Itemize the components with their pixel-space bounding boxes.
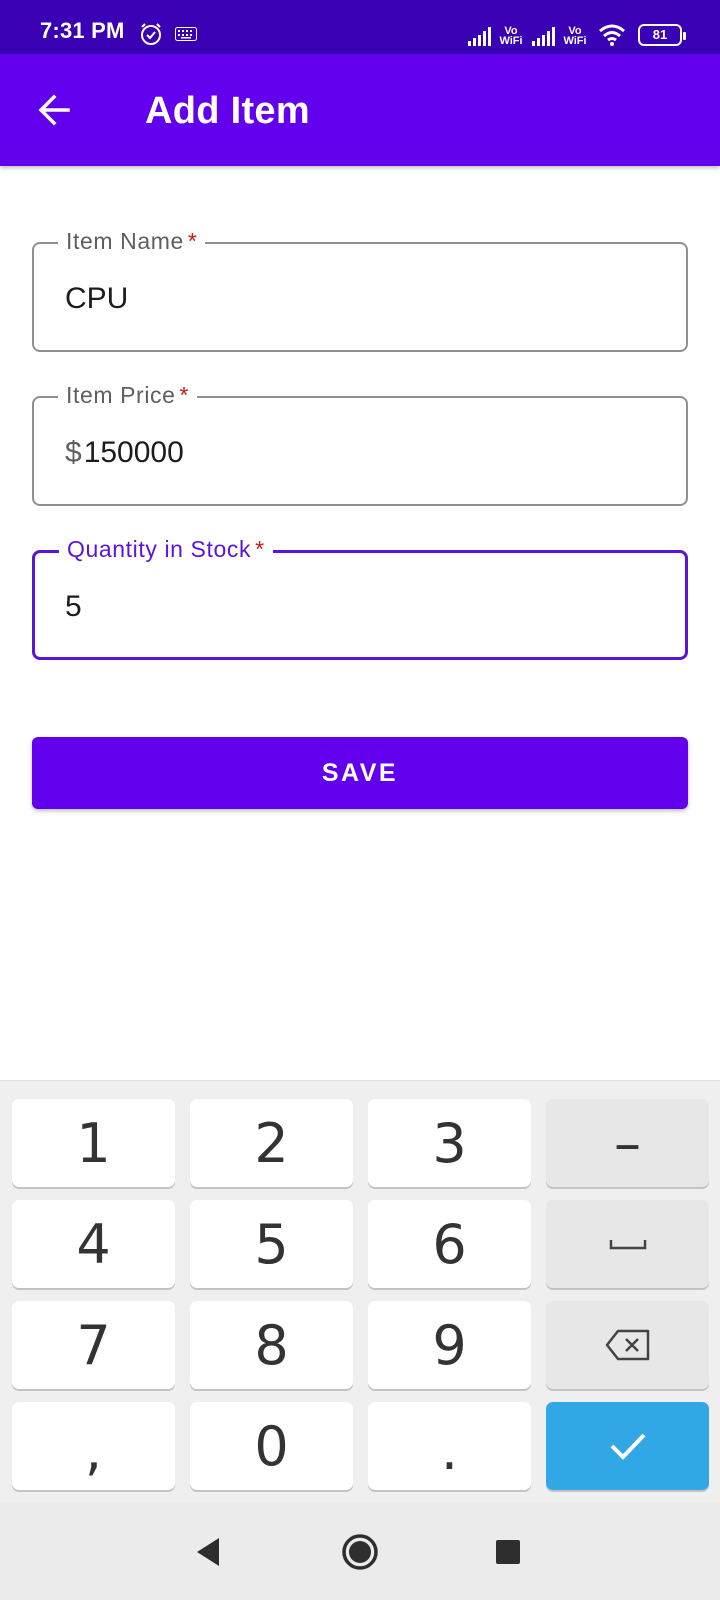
quantity-field[interactable]: Quantity in Stock * 5	[32, 536, 688, 660]
space-bar-icon	[609, 1240, 646, 1250]
required-mark: *	[179, 382, 190, 408]
quantity-label-text: Quantity in Stock	[67, 536, 252, 562]
arrow-left-icon	[38, 94, 70, 126]
item-name-value: CPU	[65, 282, 129, 315]
alarm-icon	[141, 23, 161, 45]
item-price-field[interactable]: Item Price * $150000	[32, 382, 688, 506]
key-comma[interactable]: ,	[12, 1402, 175, 1490]
currency-prefix: $	[65, 436, 82, 469]
nav-recents-button[interactable]	[484, 1528, 532, 1576]
nav-back-button[interactable]	[184, 1528, 232, 1576]
key-8[interactable]: 8	[190, 1301, 353, 1389]
battery-icon: 81	[638, 24, 686, 46]
key-backspace[interactable]	[546, 1301, 709, 1389]
key-7[interactable]: 7	[12, 1301, 175, 1389]
key-enter[interactable]	[546, 1402, 709, 1490]
quantity-label: Quantity in Stock *	[59, 536, 273, 563]
top-app-bar: Add Item	[0, 54, 720, 166]
item-price-label: Item Price *	[58, 382, 198, 409]
backspace-icon	[605, 1329, 649, 1361]
back-button[interactable]	[30, 86, 78, 134]
item-price-value: $150000	[65, 436, 184, 470]
save-button[interactable]: SAVE	[32, 737, 688, 809]
key-6[interactable]: 6	[368, 1200, 531, 1288]
key-4[interactable]: 4	[12, 1200, 175, 1288]
check-icon	[610, 1433, 645, 1460]
vowifi-bottom: WiFi	[499, 35, 523, 47]
key-5[interactable]: 5	[190, 1200, 353, 1288]
keyboard-notification-icon	[175, 27, 197, 41]
signal-icon	[532, 27, 555, 46]
key-9[interactable]: 9	[368, 1301, 531, 1389]
status-bar: 7:31 PM Vo WiFi Vo WiFi 81	[0, 0, 720, 54]
key-0[interactable]: 0	[190, 1402, 353, 1490]
recents-square-icon	[496, 1540, 520, 1564]
key-3[interactable]: 3	[368, 1099, 531, 1187]
back-triangle-icon	[197, 1538, 219, 1566]
item-price-label-text: Item Price	[66, 382, 176, 408]
vowifi-bottom: WiFi	[563, 35, 587, 47]
add-item-screen: 7:31 PM Vo WiFi Vo WiFi 81 Add Item Item…	[0, 0, 720, 1600]
key-period[interactable]: .	[368, 1402, 531, 1490]
status-icons: Vo WiFi Vo WiFi 81	[466, 20, 686, 47]
status-time: 7:31 PM	[40, 18, 125, 43]
item-name-label-text: Item Name	[66, 228, 184, 254]
key-minus[interactable]: –	[546, 1099, 709, 1187]
nav-home-button[interactable]	[336, 1528, 384, 1576]
required-mark: *	[255, 536, 265, 562]
navigation-bar	[0, 1502, 720, 1600]
item-name-label: Item Name *	[58, 228, 206, 255]
vowifi-label: Vo WiFi	[498, 26, 524, 47]
required-mark: *	[187, 228, 198, 254]
item-name-field[interactable]: Item Name * CPU	[32, 228, 688, 352]
wifi-icon	[599, 24, 625, 46]
numeric-keyboard: 1 2 3 – 4 5 6 7 8 9 , 0 .	[0, 1080, 720, 1502]
key-1[interactable]: 1	[12, 1099, 175, 1187]
key-2[interactable]: 2	[190, 1099, 353, 1187]
page-title: Add Item	[145, 90, 310, 132]
quantity-value: 5	[65, 590, 82, 623]
key-space[interactable]	[546, 1200, 709, 1288]
item-price-text: 150000	[83, 436, 184, 469]
home-circle-icon	[342, 1534, 378, 1570]
vowifi-label: Vo WiFi	[562, 26, 588, 47]
signal-icon	[468, 27, 491, 46]
